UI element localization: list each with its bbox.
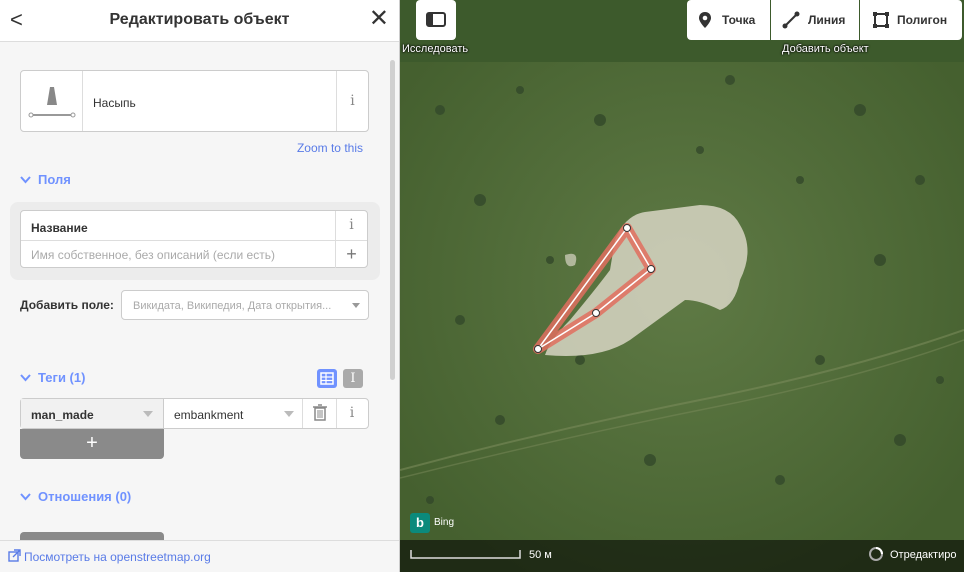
tag-value: embankment <box>174 408 244 422</box>
edited-by-label: Отредактиро <box>890 549 957 561</box>
loading-spinner-icon <box>869 547 883 561</box>
add-field-placeholder: Викидата, Википедия, Дата открытия... <box>133 300 332 312</box>
add-area-button[interactable]: Полигон <box>860 0 962 40</box>
tag-key: man_made <box>31 408 94 422</box>
chevron-down-icon <box>20 175 32 187</box>
add-localized-name-button[interactable]: + <box>335 241 367 268</box>
preset-selector[interactable]: Насыпь i <box>20 70 369 132</box>
name-input[interactable] <box>21 241 335 268</box>
add-line-button[interactable]: Линия <box>771 0 859 40</box>
name-field-label: Название <box>31 221 88 235</box>
embankment-icon <box>28 87 76 118</box>
point-icon <box>699 12 711 28</box>
sidebar-toggle-icon <box>426 12 446 27</box>
add-tag-button[interactable]: + <box>20 429 164 459</box>
add-field-label: Добавить поле: <box>20 298 114 312</box>
tag-row: man_made embankment i <box>20 398 369 429</box>
add-field-combo[interactable]: Викидата, Википедия, Дата открытия... <box>121 290 369 320</box>
external-link-icon <box>8 549 21 562</box>
relations-section-toggle[interactable]: Отношения (0) <box>20 489 131 504</box>
map-view[interactable]: Исследовать Точка Линия Полигон Добавить… <box>400 0 964 572</box>
sidebar-footer: Посмотреть на openstreetmap.org <box>0 540 399 572</box>
relations-section-label: Отношения (0) <box>38 489 132 504</box>
satellite-imagery <box>400 0 964 572</box>
preset-name: Насыпь <box>93 96 136 110</box>
line-icon <box>782 11 800 29</box>
explore-label: Исследовать <box>402 43 469 55</box>
name-field: Название i + <box>20 210 368 268</box>
sidebar-toggle-button[interactable] <box>416 0 456 40</box>
chevron-down-icon <box>284 411 294 417</box>
delete-tag-button[interactable] <box>303 399 337 428</box>
preset-icon-box <box>21 71 83 131</box>
trash-icon <box>313 404 327 421</box>
map-footer: 50 м Отредактиро <box>400 540 964 572</box>
add-point-button[interactable]: Точка <box>687 0 770 40</box>
chevron-down-icon <box>20 373 32 385</box>
chevron-down-icon <box>20 492 32 504</box>
tags-section-toggle[interactable]: Теги (1) <box>20 370 85 385</box>
fields-section-toggle[interactable]: Поля <box>20 172 71 187</box>
text-view-icon[interactable]: I <box>343 369 363 388</box>
inspector-header: < Редактировать объект ✕ <box>0 0 399 42</box>
chevron-down-icon <box>352 303 360 308</box>
fields-section-label: Поля <box>38 172 71 187</box>
close-icon[interactable]: ✕ <box>369 6 389 32</box>
inspector-sidebar: < Редактировать объект ✕ Насыпь i Zoom t… <box>0 0 400 572</box>
zoom-to-link[interactable]: Zoom to this <box>297 141 363 155</box>
scale-label: 50 м <box>529 549 552 561</box>
info-icon[interactable]: i <box>335 211 367 240</box>
tags-section-label: Теги (1) <box>38 370 86 385</box>
bing-logo-icon: b <box>410 513 430 533</box>
add-point-label: Точка <box>722 13 756 27</box>
page-title: Редактировать объект <box>109 11 290 28</box>
polygon-icon <box>873 12 889 28</box>
tag-key-field[interactable]: man_made <box>21 399 164 428</box>
add-object-label: Добавить объект <box>782 43 869 55</box>
view-on-osm-link[interactable]: Посмотреть на openstreetmap.org <box>24 550 211 564</box>
scale-bar[interactable] <box>410 548 525 560</box>
add-area-label: Полигон <box>897 13 948 27</box>
tag-value-field[interactable]: embankment <box>164 399 303 428</box>
scrollbar[interactable] <box>390 60 395 380</box>
imagery-attribution[interactable]: Bing <box>434 517 454 528</box>
table-view-icon[interactable] <box>317 369 337 388</box>
chevron-down-icon <box>143 411 153 417</box>
info-icon[interactable]: i <box>336 71 368 131</box>
info-icon[interactable]: i <box>336 399 368 428</box>
add-line-label: Линия <box>808 13 846 27</box>
